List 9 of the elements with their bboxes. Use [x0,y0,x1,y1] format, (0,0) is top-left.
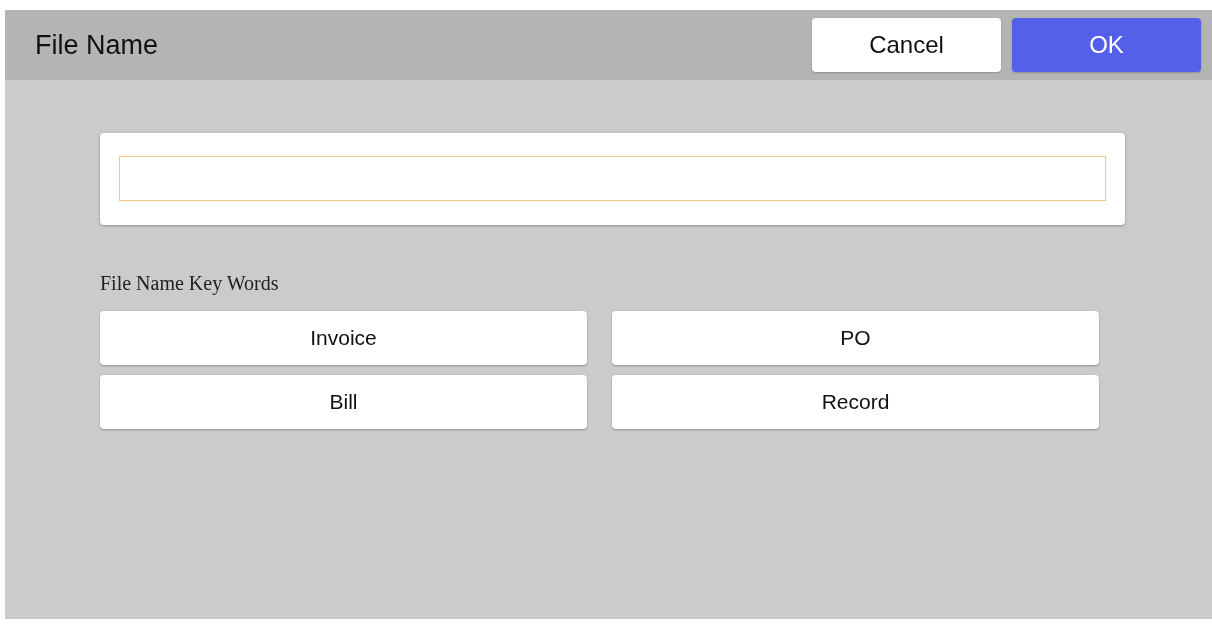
keyword-button[interactable]: PO [612,311,1099,365]
keyword-button[interactable]: Record [612,375,1099,429]
dialog-title: File Name [35,29,160,61]
keyword-button[interactable]: Invoice [100,311,587,365]
input-field[interactable] [119,156,1106,201]
cancel-button[interactable]: Cancel [812,18,1001,72]
keyword-button[interactable]: Bill [100,375,587,429]
section-label: File Name Key Words [100,272,280,295]
ok-button[interactable]: OK [1012,18,1201,72]
